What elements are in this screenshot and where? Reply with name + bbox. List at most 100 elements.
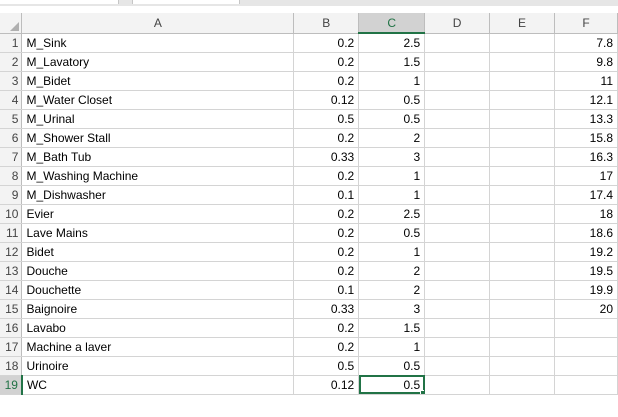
row-header[interactable]: 19	[0, 375, 23, 395]
cell-e[interactable]	[489, 33, 555, 53]
cell-a[interactable]: Baignoire	[21, 299, 295, 319]
sheet-tab[interactable]	[132, 0, 240, 4]
cell-a[interactable]: M_Lavatory	[21, 52, 295, 72]
cell-d[interactable]	[424, 90, 491, 110]
cell-b[interactable]: 0.2	[293, 223, 360, 243]
cell-d[interactable]	[424, 242, 491, 262]
cell-d[interactable]	[424, 261, 491, 281]
cell-a[interactable]: Evier	[21, 204, 295, 224]
cell-e[interactable]	[489, 71, 555, 91]
cell-b[interactable]: 0.5	[293, 356, 360, 376]
cell-a[interactable]: Douchette	[21, 280, 295, 300]
cell-f[interactable]: 17.4	[554, 185, 618, 205]
cell-f[interactable]	[554, 356, 618, 376]
cell-f[interactable]	[554, 375, 618, 395]
cell-a[interactable]: M_Sink	[21, 33, 295, 53]
row-header[interactable]: 18	[0, 356, 23, 376]
cell-e[interactable]	[489, 299, 555, 319]
cell-b[interactable]: 0.2	[293, 71, 360, 91]
cell-a[interactable]: M_Washing Machine	[21, 166, 295, 186]
row-header[interactable]: 12	[0, 242, 23, 262]
sheet-tab[interactable]	[0, 0, 119, 4]
cell-b[interactable]: 0.2	[293, 204, 360, 224]
cell-a[interactable]: M_Water Closet	[21, 90, 295, 110]
cell-f[interactable]: 11	[554, 71, 618, 91]
cell-d[interactable]	[424, 52, 491, 72]
cell-f[interactable]: 19.5	[554, 261, 618, 281]
cell-e[interactable]	[489, 90, 555, 110]
column-header-c[interactable]: C	[358, 13, 426, 34]
cell-e[interactable]	[489, 318, 555, 338]
cell-c[interactable]: 0.5	[358, 356, 426, 376]
cell-c[interactable]: 1	[358, 242, 426, 262]
cell-f[interactable]	[554, 337, 618, 357]
cell-d[interactable]	[424, 299, 491, 319]
row-header[interactable]: 3	[0, 71, 23, 91]
cell-b[interactable]: 0.1	[293, 185, 360, 205]
cell-b[interactable]: 0.12	[293, 375, 360, 395]
cell-c[interactable]: 3	[358, 147, 426, 167]
cell-c[interactable]: 1	[358, 71, 426, 91]
cell-e[interactable]	[489, 280, 555, 300]
cell-e[interactable]	[489, 166, 555, 186]
cell-e[interactable]	[489, 147, 555, 167]
row-header[interactable]: 10	[0, 204, 23, 224]
cell-c[interactable]: 0.5	[358, 223, 426, 243]
cell-d[interactable]	[424, 185, 491, 205]
cell-f[interactable]: 18.6	[554, 223, 618, 243]
row-header[interactable]: 11	[0, 223, 23, 243]
cell-f[interactable]: 19.9	[554, 280, 618, 300]
row-header[interactable]: 7	[0, 147, 23, 167]
cell-d[interactable]	[424, 318, 491, 338]
cell-a[interactable]: WC	[21, 375, 295, 395]
cell-c[interactable]: 3	[358, 299, 426, 319]
cell-a[interactable]: Douche	[21, 261, 295, 281]
cell-b[interactable]: 0.2	[293, 33, 360, 53]
cell-a[interactable]: Lavabo	[21, 318, 295, 338]
cell-c[interactable]: 2	[358, 261, 426, 281]
row-header[interactable]: 2	[0, 52, 23, 72]
cell-c[interactable]: 1	[358, 166, 426, 186]
column-header-b[interactable]: B	[293, 13, 360, 34]
cell-b[interactable]: 0.2	[293, 261, 360, 281]
cell-a[interactable]: M_Dishwasher	[21, 185, 295, 205]
cell-d[interactable]	[424, 356, 491, 376]
cell-c[interactable]: 1	[358, 185, 426, 205]
cell-b[interactable]: 0.2	[293, 166, 360, 186]
cell-f[interactable]: 18	[554, 204, 618, 224]
cell-d[interactable]	[424, 223, 491, 243]
cell-c[interactable]: 2.5	[358, 33, 426, 53]
cell-c[interactable]: 1.5	[358, 318, 426, 338]
cell-a[interactable]: Urinoire	[21, 356, 295, 376]
cell-d[interactable]	[424, 204, 491, 224]
cell-e[interactable]	[489, 128, 555, 148]
cell-f[interactable]: 12.1	[554, 90, 618, 110]
row-header[interactable]: 8	[0, 166, 23, 186]
cell-b[interactable]: 0.2	[293, 128, 360, 148]
cell-e[interactable]	[489, 337, 555, 357]
cell-b[interactable]: 0.2	[293, 242, 360, 262]
cell-e[interactable]	[489, 356, 555, 376]
column-header-e[interactable]: E	[489, 13, 555, 34]
cell-d[interactable]	[424, 147, 491, 167]
row-header[interactable]: 9	[0, 185, 23, 205]
row-header[interactable]: 17	[0, 337, 23, 357]
cell-c[interactable]: 2	[358, 280, 426, 300]
cell-f[interactable]: 7.8	[554, 33, 618, 53]
cell-f[interactable]: 19.2	[554, 242, 618, 262]
cell-c[interactable]: 0.5	[358, 90, 426, 110]
active-cell[interactable]: 0.5	[358, 375, 426, 395]
cell-c[interactable]: 0.5	[358, 109, 426, 129]
cell-a[interactable]: M_Shower Stall	[21, 128, 295, 148]
cell-b[interactable]: 0.1	[293, 280, 360, 300]
cell-a[interactable]: M_Bidet	[21, 71, 295, 91]
cell-c[interactable]: 2	[358, 128, 426, 148]
cell-d[interactable]	[424, 166, 491, 186]
cell-b[interactable]: 0.33	[293, 299, 360, 319]
cell-d[interactable]	[424, 280, 491, 300]
fill-handle[interactable]	[420, 389, 424, 393]
select-all-button[interactable]	[0, 13, 23, 34]
cell-b[interactable]: 0.2	[293, 318, 360, 338]
cell-a[interactable]: M_Bath Tub	[21, 147, 295, 167]
cell-f[interactable]: 16.3	[554, 147, 618, 167]
